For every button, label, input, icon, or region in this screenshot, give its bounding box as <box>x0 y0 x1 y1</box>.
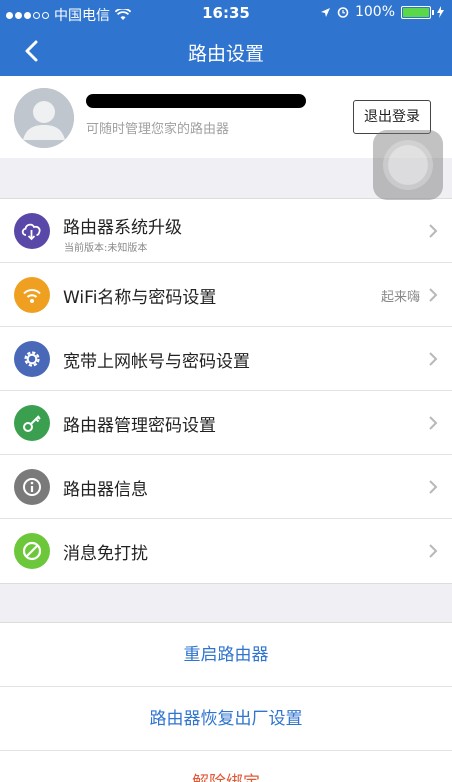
info-icon <box>14 469 50 505</box>
profile-subtitle: 可随时管理您家的路由器 <box>86 122 230 137</box>
location-icon <box>320 7 330 17</box>
router-actions: 重启路由器 路由器恢复出厂设置 解除绑定 <box>0 622 452 782</box>
row-label: 路由器系统升级 <box>63 218 182 238</box>
gear-icon <box>14 341 50 377</box>
wifi-ssid-value: 起来嗨 <box>380 290 420 305</box>
chevron-right-icon <box>429 480 438 494</box>
nav-bar: 路由设置 <box>0 26 452 76</box>
chevron-right-icon <box>429 416 438 430</box>
factory-reset-button[interactable]: 路由器恢复出厂设置 <box>0 687 452 751</box>
cloud-download-icon <box>14 213 50 249</box>
settings-row-wifi[interactable]: WiFi名称与密码设置 起来嗨 <box>0 263 452 327</box>
chevron-right-icon <box>429 352 438 366</box>
row-label: 路由器管理密码设置 <box>63 416 216 436</box>
row-label: 消息免打扰 <box>63 544 148 564</box>
page-title: 路由设置 <box>187 43 264 65</box>
key-icon <box>14 405 50 441</box>
alarm-icon <box>337 7 349 18</box>
charging-icon <box>437 6 444 18</box>
battery-icon <box>401 5 434 19</box>
restart-router-button[interactable]: 重启路由器 <box>0 623 452 687</box>
chevron-right-icon <box>429 288 438 302</box>
settings-row-admin-password[interactable]: 路由器管理密码设置 <box>0 391 452 455</box>
wifi-icon <box>14 277 50 313</box>
logout-button[interactable]: 退出登录 <box>353 100 431 134</box>
status-right: 100% <box>320 4 444 20</box>
row-label: 宽带上网帐号与密码设置 <box>63 352 250 372</box>
settings-row-firmware-upgrade[interactable]: 路由器系统升级 当前版本:未知版本 <box>0 199 452 263</box>
avatar[interactable] <box>14 88 74 148</box>
settings-row-router-info[interactable]: 路由器信息 <box>0 455 452 519</box>
settings-list: 路由器系统升级 当前版本:未知版本 WiFi名称与密码设置 起来嗨 宽带上网帐号… <box>0 198 452 584</box>
settings-row-broadband[interactable]: 宽带上网帐号与密码设置 <box>0 327 452 391</box>
do-not-disturb-icon <box>14 533 50 569</box>
battery-percent: 100% <box>354 4 395 20</box>
chevron-right-icon <box>429 224 438 238</box>
row-label: WiFi名称与密码设置 <box>63 288 217 308</box>
assistive-touch-icon <box>388 145 428 185</box>
settings-row-do-not-disturb[interactable]: 消息免打扰 <box>0 519 452 583</box>
user-silhouette-icon <box>14 88 74 148</box>
current-version-text: 当前版本:未知版本 <box>64 243 148 254</box>
assistive-touch-button[interactable] <box>373 130 443 200</box>
chevron-right-icon <box>429 544 438 558</box>
username-redacted <box>86 94 306 108</box>
unbind-router-button[interactable]: 解除绑定 <box>0 751 452 782</box>
row-label: 路由器信息 <box>63 480 148 500</box>
status-bar: 中国电信 16:35 100% <box>0 0 452 26</box>
